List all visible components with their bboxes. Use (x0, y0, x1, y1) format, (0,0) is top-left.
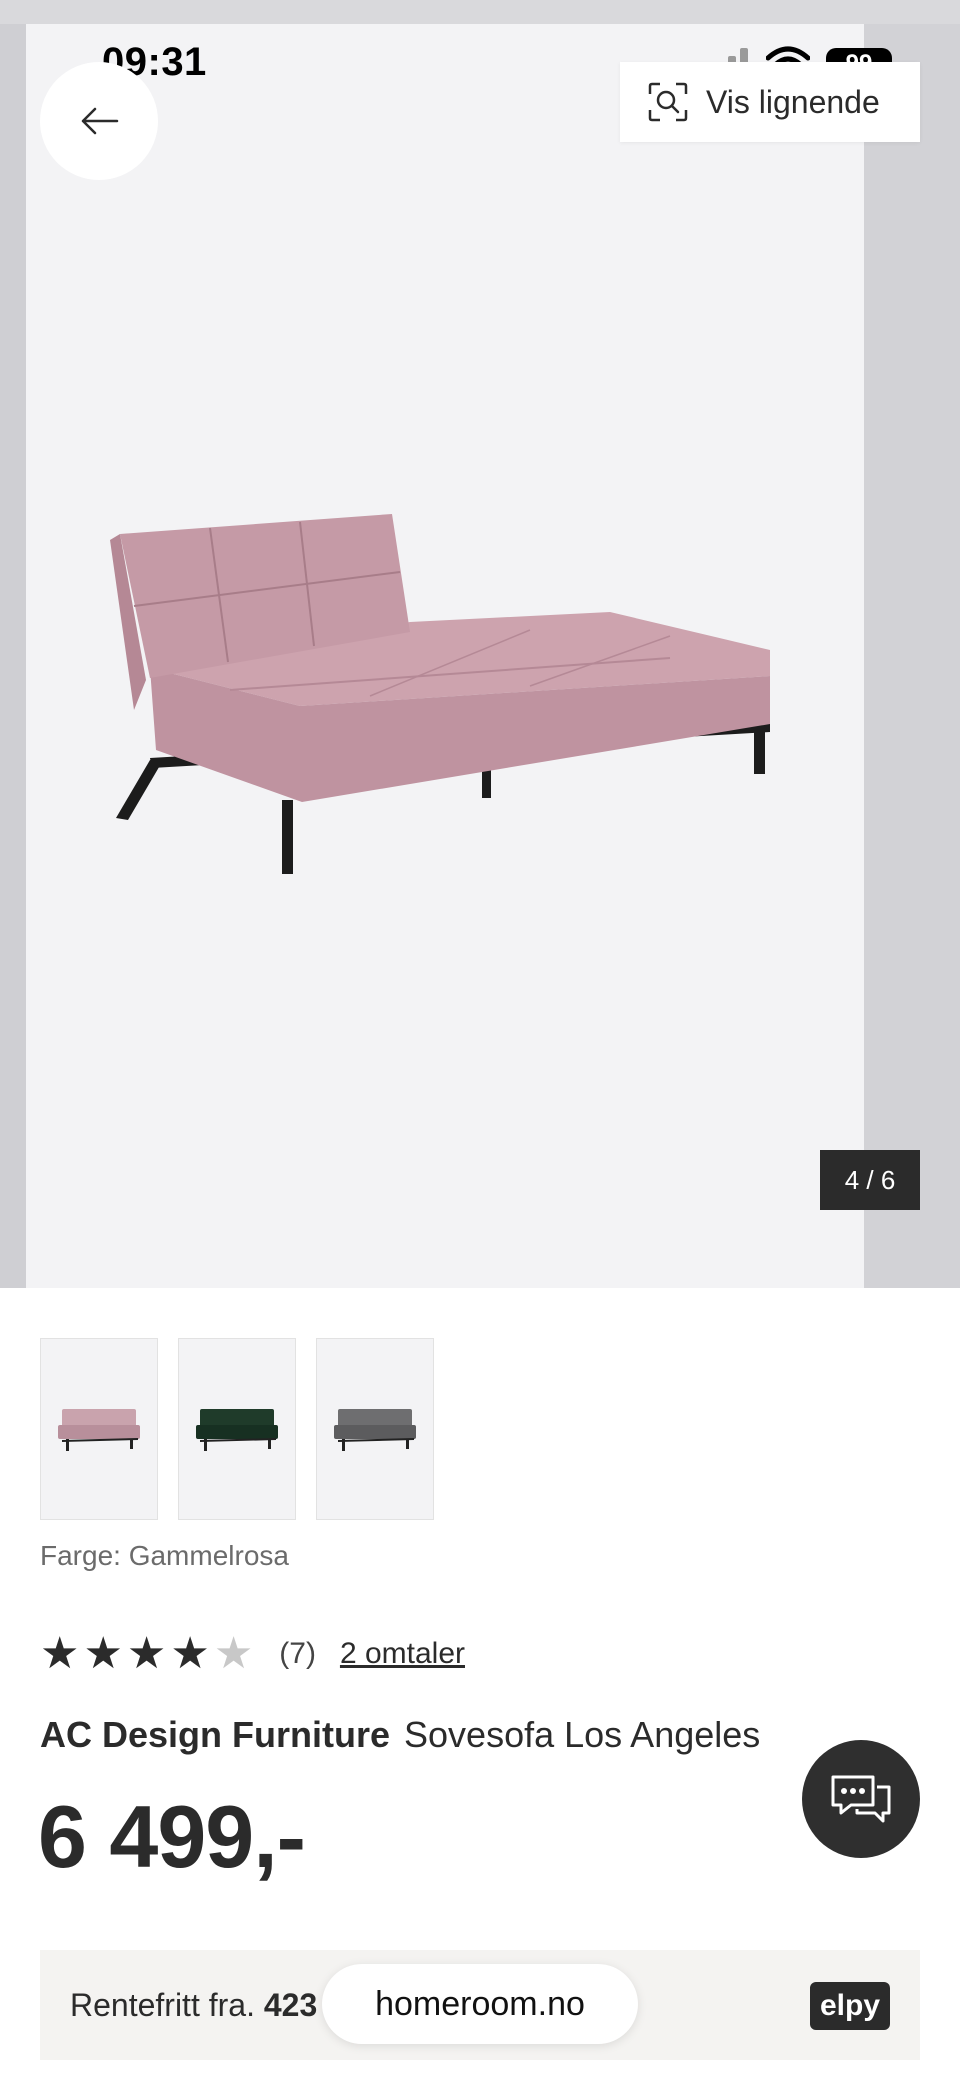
elpy-logo: elpy (809, 1982, 890, 2030)
show-similar-label: Vis lignende (706, 83, 880, 120)
sofa-bed-image (110, 514, 770, 874)
next-slide-peek[interactable] (864, 24, 960, 1288)
image-counter: 4 / 6 (820, 1150, 920, 1210)
rating-stars: ★ ★ ★ ★ ★ (40, 1632, 253, 1676)
star-empty-icon: ★ (213, 1629, 254, 1678)
chat-button[interactable] (802, 1740, 920, 1858)
chat-bubbles-icon (831, 1775, 891, 1823)
product-price: 6 499,- (38, 1787, 306, 1886)
show-similar-button[interactable]: Vis lignende (620, 62, 920, 142)
back-button[interactable] (40, 62, 158, 180)
arrow-left-icon (81, 107, 119, 135)
sofa-thumbnail-image (196, 1409, 278, 1451)
financing-prefix: Rentefritt fra. (70, 1986, 255, 2023)
star-filled-icon: ★ (40, 1629, 80, 1678)
browser-url-bar[interactable]: homeroom.no (322, 1964, 638, 2044)
star-filled-icon: ★ (170, 1629, 210, 1678)
star-filled-icon: ★ (83, 1629, 123, 1678)
sofa-thumbnail-image (334, 1409, 416, 1451)
product-name: Sovesofa Los Angeles (404, 1714, 761, 1755)
reviews-link[interactable]: 2 omtaler (340, 1637, 465, 1671)
product-brand[interactable]: AC Design Furniture (40, 1714, 390, 1755)
rating-count: (7) (279, 1637, 316, 1670)
selected-color-label: Farge: Gammelrosa (40, 1540, 289, 1571)
sofa-thumbnail-image (58, 1409, 140, 1451)
product-image-gallery[interactable] (0, 0, 960, 1288)
visual-search-icon (648, 82, 688, 122)
financing-text: Rentefritt fra. 423 (70, 1987, 317, 2024)
financing-amount: 423 (263, 1986, 318, 2023)
previous-slide-peek (0, 24, 26, 1288)
thumb-pink-sofa[interactable] (40, 1338, 158, 1520)
product-title: AC Design Furniture Sovesofa Los Angeles (40, 1714, 760, 1756)
color-variant-thumbnails (40, 1338, 434, 1520)
star-filled-icon: ★ (126, 1629, 167, 1678)
thumb-green-sofa[interactable] (178, 1338, 296, 1520)
product-rating: ★ ★ ★ ★ ★ (7) 2 omtaler (40, 1632, 465, 1676)
thumb-grey-sofa[interactable] (316, 1338, 434, 1520)
